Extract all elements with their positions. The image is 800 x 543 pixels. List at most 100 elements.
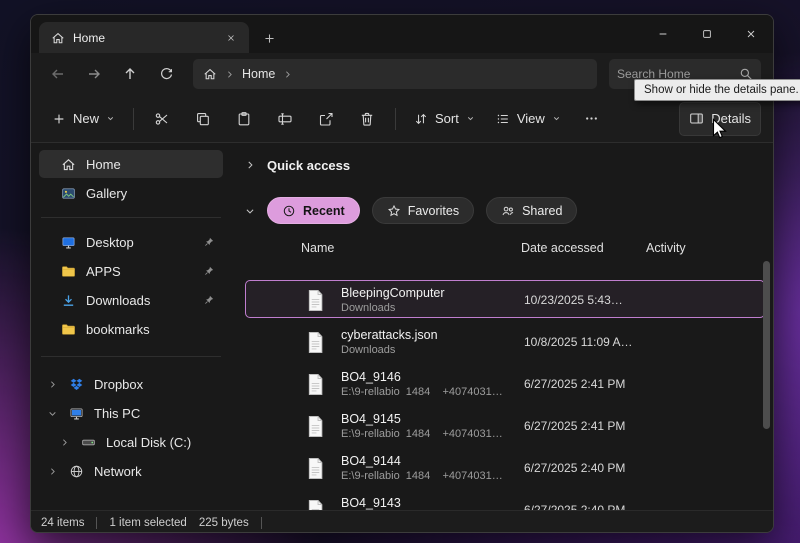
star-icon [387,204,401,218]
folder-icon [61,264,76,279]
file-date-accessed: 6/27/2025 2:40 PM [524,461,625,475]
file-icon [306,373,325,396]
sidebar-item-downloads[interactable]: Downloads [39,286,223,314]
status-selection-size: 225 bytes [199,517,249,529]
status-selection: 1 item selected [109,517,186,529]
copy-button[interactable] [184,102,222,136]
home-icon [203,67,217,81]
chevron-right-icon[interactable] [57,438,71,447]
mouse-cursor [712,118,729,142]
view-button[interactable]: View [487,102,570,136]
delete-button[interactable] [348,102,386,136]
table-row[interactable]: BO4_9144 E:\9-rellabio 1484 +4074031… 6/… [245,448,765,486]
sidebar-item-desktop[interactable]: Desktop [39,228,223,256]
new-tab-button[interactable] [259,28,279,48]
explorer-tab-home[interactable]: Home [39,22,249,53]
file-list-pane: Quick access Recent Favorites Shared [231,143,773,510]
file-rows: BleepingComputer Downloads 10/23/2025 5:… [245,280,753,510]
pin-icon [203,265,215,277]
file-date-accessed: 10/8/2025 11:09 A… [524,335,633,349]
sidebar-item-label: APPS [86,264,121,279]
title-bar: Home [31,15,773,53]
plus-icon [52,112,66,126]
chevron-down-icon[interactable] [45,409,59,418]
downloads-icon [61,293,76,308]
chevron-right-icon[interactable] [45,380,59,389]
command-bar: New Sort [31,95,773,143]
table-row[interactable]: BO4_9145 E:\9-rellabio 1484 +4074031… 6/… [245,406,765,444]
file-date-accessed: 6/27/2025 2:41 PM [524,377,625,391]
chevron-down-icon[interactable] [245,206,255,216]
sidebar-item-bookmarks[interactable]: bookmarks [39,315,223,343]
chevron-right-icon[interactable] [225,70,234,79]
file-location: Downloads [341,302,395,314]
chevron-down-icon [552,114,561,123]
forward-button[interactable] [79,59,109,89]
column-header-date-accessed[interactable]: Date accessed [521,241,604,255]
column-header-name[interactable]: Name [301,241,334,255]
file-name: BleepingComputer [341,286,445,300]
table-row[interactable]: BleepingComputer Downloads 10/23/2025 5:… [245,280,765,318]
cut-button[interactable] [143,102,181,136]
back-button[interactable] [43,59,73,89]
sort-button[interactable]: Sort [405,102,484,136]
sidebar-separator [41,356,221,357]
sidebar-item-label: This PC [94,406,140,421]
sidebar-item-this-pc[interactable]: This PC [39,399,223,427]
filter-pill-recent[interactable]: Recent [267,197,360,224]
chevron-down-icon [106,114,115,123]
share-button[interactable] [307,102,345,136]
maximize-button[interactable] [685,15,729,53]
table-row[interactable]: BO4_9146 E:\9-rellabio 1484 +4074031… 6/… [245,364,765,402]
file-name: BO4_9145 [341,412,401,426]
vertical-scrollbar[interactable] [763,261,770,429]
filter-pill-shared[interactable]: Shared [486,197,577,224]
file-icon [306,289,325,312]
sidebar-item-local-disk-c[interactable]: Local Disk (C:) [39,428,223,456]
close-button[interactable] [729,15,773,53]
chevron-down-icon [466,114,475,123]
explorer-body: Home Gallery Desktop APPS Downloads [31,143,773,510]
chevron-right-icon[interactable] [245,160,255,170]
file-location: E:\9-rellabio 1484 +4074031… [341,470,503,482]
navigation-pane: Home Gallery Desktop APPS Downloads [31,143,231,510]
quick-access-header[interactable]: Quick access [245,151,753,179]
view-icon [496,112,510,126]
refresh-button[interactable] [151,59,181,89]
dropbox-icon [69,377,84,392]
new-button[interactable]: New [43,102,124,136]
status-divider [261,517,262,529]
sidebar-item-label: Downloads [86,293,150,308]
sidebar-item-network[interactable]: Network [39,457,223,485]
chevron-right-icon[interactable] [45,467,59,476]
home-icon [61,157,76,172]
up-button[interactable] [115,59,145,89]
table-row[interactable]: cyberattacks.json Downloads 10/8/2025 11… [245,322,765,360]
sidebar-item-label: bookmarks [86,322,150,337]
chevron-right-icon[interactable] [283,70,292,79]
details-pane-icon [689,111,704,126]
file-date-accessed: 6/27/2025 2:40 PM [524,503,625,510]
quick-access-label: Quick access [267,158,350,173]
sidebar-item-label: Dropbox [94,377,143,392]
sidebar-item-gallery[interactable]: Gallery [39,179,223,207]
sidebar-item-dropbox[interactable]: Dropbox [39,370,223,398]
breadcrumb-segment-home[interactable]: Home [242,67,275,81]
file-date-accessed: 10/23/2025 5:43… [524,293,623,307]
folder-icon [61,322,76,337]
tab-close-icon[interactable] [221,28,241,48]
file-name: cyberattacks.json [341,328,438,342]
minimize-button[interactable] [641,15,685,53]
filter-pill-favorites[interactable]: Favorites [372,197,474,224]
more-options-button[interactable] [573,102,611,136]
sidebar-separator [41,217,221,218]
pill-label: Recent [303,204,345,218]
column-header-activity[interactable]: Activity [646,241,686,255]
sidebar-item-apps[interactable]: APPS [39,257,223,285]
sidebar-item-home[interactable]: Home [39,150,223,178]
paste-button[interactable] [225,102,263,136]
table-row[interactable]: BO4_9143 6/27/2025 2:40 PM [245,490,765,510]
recent-section-header: Recent Favorites Shared [245,197,753,224]
breadcrumb[interactable]: Home [193,59,597,89]
rename-button[interactable] [266,102,304,136]
